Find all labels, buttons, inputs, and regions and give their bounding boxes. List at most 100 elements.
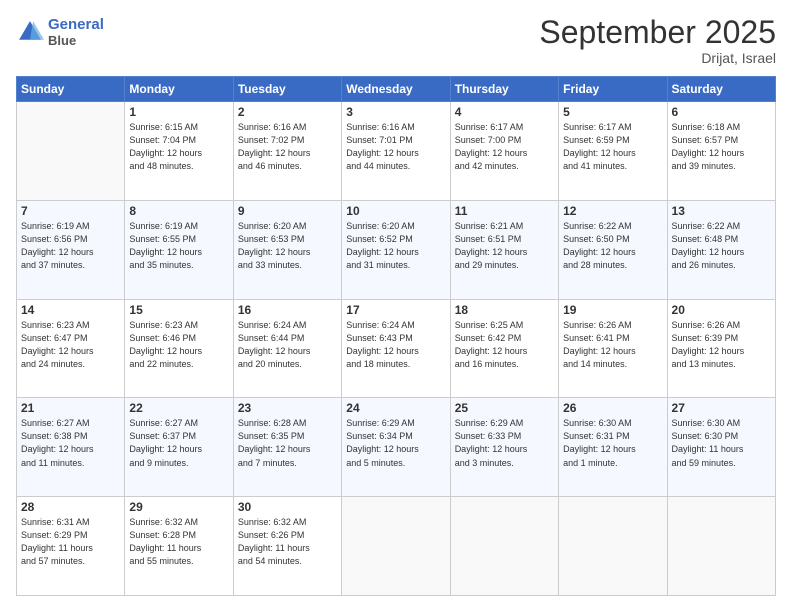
day-number: 28 xyxy=(21,500,120,514)
weekday-friday: Friday xyxy=(559,77,667,102)
day-info: Sunrise: 6:17 AMSunset: 7:00 PMDaylight:… xyxy=(455,121,554,173)
empty-cell xyxy=(17,102,125,201)
day-3: 3Sunrise: 6:16 AMSunset: 7:01 PMDaylight… xyxy=(342,102,450,201)
day-number: 12 xyxy=(563,204,662,218)
location: Drijat, Israel xyxy=(539,50,776,66)
day-info: Sunrise: 6:25 AMSunset: 6:42 PMDaylight:… xyxy=(455,319,554,371)
day-info: Sunrise: 6:22 AMSunset: 6:48 PMDaylight:… xyxy=(672,220,771,272)
title-block: September 2025 Drijat, Israel xyxy=(539,16,776,66)
day-number: 9 xyxy=(238,204,337,218)
day-9: 9Sunrise: 6:20 AMSunset: 6:53 PMDaylight… xyxy=(233,200,341,299)
calendar-table: SundayMondayTuesdayWednesdayThursdayFrid… xyxy=(16,76,776,596)
day-info: Sunrise: 6:28 AMSunset: 6:35 PMDaylight:… xyxy=(238,417,337,469)
day-info: Sunrise: 6:27 AMSunset: 6:38 PMDaylight:… xyxy=(21,417,120,469)
day-number: 16 xyxy=(238,303,337,317)
day-2: 2Sunrise: 6:16 AMSunset: 7:02 PMDaylight… xyxy=(233,102,341,201)
week-row-3: 14 Sunrise: 6:23 AMSunset: 6:47 PMDayligh… xyxy=(17,299,776,398)
day-info: Sunrise: 6:22 AMSunset: 6:50 PMDaylight:… xyxy=(563,220,662,272)
day-info: Sunrise: 6:31 AMSunset: 6:29 PMDaylight:… xyxy=(21,516,120,568)
day-15: 15 Sunrise: 6:23 AMSunset: 6:46 PMDayligh… xyxy=(125,299,233,398)
day-number: 7 xyxy=(21,204,120,218)
day-info: Sunrise: 6:19 AMSunset: 6:56 PMDaylight:… xyxy=(21,220,120,272)
day-info: Sunrise: 6:32 AMSunset: 6:26 PMDaylight:… xyxy=(238,516,337,568)
day-info: Sunrise: 6:29 AMSunset: 6:33 PMDaylight:… xyxy=(455,417,554,469)
day-number: 6 xyxy=(672,105,771,119)
day-number: 1 xyxy=(129,105,228,119)
day-info: Sunrise: 6:17 AMSunset: 6:59 PMDaylight:… xyxy=(563,121,662,173)
day-number: 20 xyxy=(672,303,771,317)
day-13: 13 Sunrise: 6:22 AMSunset: 6:48 PMDayligh… xyxy=(667,200,775,299)
day-21: 21 Sunrise: 6:27 AMSunset: 6:38 PMDayligh… xyxy=(17,398,125,497)
weekday-wednesday: Wednesday xyxy=(342,77,450,102)
day-6: 6 Sunrise: 6:18 AMSunset: 6:57 PMDaylight… xyxy=(667,102,775,201)
day-26: 26 Sunrise: 6:30 AMSunset: 6:31 PMDayligh… xyxy=(559,398,667,497)
day-number: 11 xyxy=(455,204,554,218)
day-number: 21 xyxy=(21,401,120,415)
weekday-monday: Monday xyxy=(125,77,233,102)
month-title: September 2025 xyxy=(539,16,776,48)
empty-cell xyxy=(342,497,450,596)
day-23: 23 Sunrise: 6:28 AMSunset: 6:35 PMDayligh… xyxy=(233,398,341,497)
day-11: 11 Sunrise: 6:21 AMSunset: 6:51 PMDayligh… xyxy=(450,200,558,299)
calendar-body: 1 Sunrise: 6:15 AMSunset: 7:04 PMDaylight… xyxy=(17,102,776,596)
day-27: 27Sunrise: 6:30 AMSunset: 6:30 PMDayligh… xyxy=(667,398,775,497)
day-info: Sunrise: 6:21 AMSunset: 6:51 PMDaylight:… xyxy=(455,220,554,272)
day-17: 17 Sunrise: 6:24 AMSunset: 6:43 PMDayligh… xyxy=(342,299,450,398)
day-number: 23 xyxy=(238,401,337,415)
day-info: Sunrise: 6:27 AMSunset: 6:37 PMDaylight:… xyxy=(129,417,228,469)
day-number: 5 xyxy=(563,105,662,119)
day-number: 14 xyxy=(21,303,120,317)
day-12: 12 Sunrise: 6:22 AMSunset: 6:50 PMDayligh… xyxy=(559,200,667,299)
empty-cell xyxy=(450,497,558,596)
day-7: 7 Sunrise: 6:19 AMSunset: 6:56 PMDaylight… xyxy=(17,200,125,299)
day-info: Sunrise: 6:23 AMSunset: 6:47 PMDaylight:… xyxy=(21,319,120,371)
day-30: 30 Sunrise: 6:32 AMSunset: 6:26 PMDayligh… xyxy=(233,497,341,596)
day-5: 5 Sunrise: 6:17 AMSunset: 6:59 PMDaylight… xyxy=(559,102,667,201)
day-info: Sunrise: 6:30 AMSunset: 6:31 PMDaylight:… xyxy=(563,417,662,469)
day-info: Sunrise: 6:15 AMSunset: 7:04 PMDaylight:… xyxy=(129,121,228,173)
day-4: 4 Sunrise: 6:17 AMSunset: 7:00 PMDaylight… xyxy=(450,102,558,201)
day-info: Sunrise: 6:26 AMSunset: 6:39 PMDaylight:… xyxy=(672,319,771,371)
day-info: Sunrise: 6:16 AMSunset: 7:01 PMDaylight:… xyxy=(346,121,445,173)
day-number: 24 xyxy=(346,401,445,415)
day-info: Sunrise: 6:18 AMSunset: 6:57 PMDaylight:… xyxy=(672,121,771,173)
day-info: Sunrise: 6:24 AMSunset: 6:43 PMDaylight:… xyxy=(346,319,445,371)
week-row-5: 28 Sunrise: 6:31 AMSunset: 6:29 PMDayligh… xyxy=(17,497,776,596)
day-number: 29 xyxy=(129,500,228,514)
day-info: Sunrise: 6:29 AMSunset: 6:34 PMDaylight:… xyxy=(346,417,445,469)
day-number: 4 xyxy=(455,105,554,119)
logo: General Blue xyxy=(16,16,104,48)
day-number: 17 xyxy=(346,303,445,317)
logo-text: General Blue xyxy=(48,16,104,48)
week-row-1: 1 Sunrise: 6:15 AMSunset: 7:04 PMDaylight… xyxy=(17,102,776,201)
day-number: 15 xyxy=(129,303,228,317)
day-19: 19 Sunrise: 6:26 AMSunset: 6:41 PMDayligh… xyxy=(559,299,667,398)
header: General Blue September 2025 Drijat, Isra… xyxy=(16,16,776,66)
day-14: 14 Sunrise: 6:23 AMSunset: 6:47 PMDayligh… xyxy=(17,299,125,398)
day-number: 19 xyxy=(563,303,662,317)
empty-cell xyxy=(559,497,667,596)
day-25: 25Sunrise: 6:29 AMSunset: 6:33 PMDayligh… xyxy=(450,398,558,497)
day-24: 24 Sunrise: 6:29 AMSunset: 6:34 PMDayligh… xyxy=(342,398,450,497)
day-22: 22 Sunrise: 6:27 AMSunset: 6:37 PMDayligh… xyxy=(125,398,233,497)
week-row-2: 7 Sunrise: 6:19 AMSunset: 6:56 PMDaylight… xyxy=(17,200,776,299)
weekday-sunday: Sunday xyxy=(17,77,125,102)
day-20: 20 Sunrise: 6:26 AMSunset: 6:39 PMDayligh… xyxy=(667,299,775,398)
day-info: Sunrise: 6:23 AMSunset: 6:46 PMDaylight:… xyxy=(129,319,228,371)
day-info: Sunrise: 6:32 AMSunset: 6:28 PMDaylight:… xyxy=(129,516,228,568)
day-number: 13 xyxy=(672,204,771,218)
day-1: 1 Sunrise: 6:15 AMSunset: 7:04 PMDaylight… xyxy=(125,102,233,201)
day-info: Sunrise: 6:26 AMSunset: 6:41 PMDaylight:… xyxy=(563,319,662,371)
weekday-saturday: Saturday xyxy=(667,77,775,102)
day-number: 30 xyxy=(238,500,337,514)
day-info: Sunrise: 6:30 AMSunset: 6:30 PMDaylight:… xyxy=(672,417,771,469)
day-10: 10Sunrise: 6:20 AMSunset: 6:52 PMDayligh… xyxy=(342,200,450,299)
weekday-tuesday: Tuesday xyxy=(233,77,341,102)
day-number: 10 xyxy=(346,204,445,218)
day-number: 8 xyxy=(129,204,228,218)
day-number: 18 xyxy=(455,303,554,317)
day-number: 26 xyxy=(563,401,662,415)
day-number: 22 xyxy=(129,401,228,415)
weekday-thursday: Thursday xyxy=(450,77,558,102)
day-28: 28 Sunrise: 6:31 AMSunset: 6:29 PMDayligh… xyxy=(17,497,125,596)
